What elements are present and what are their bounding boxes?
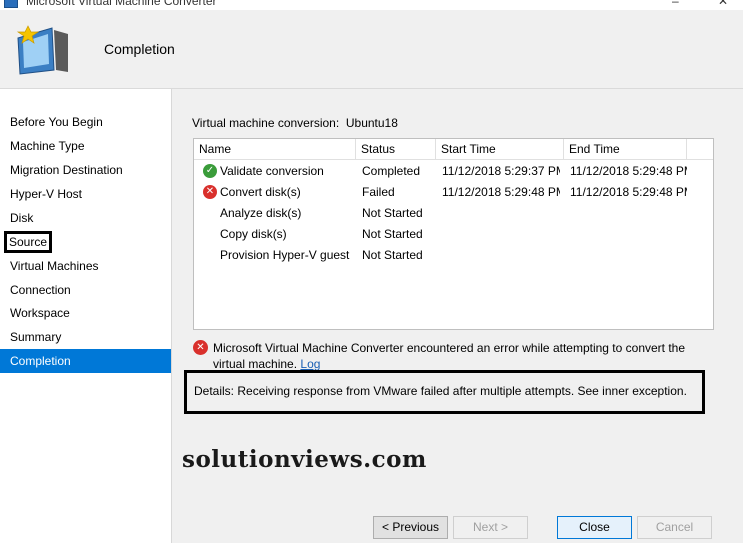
table-row[interactable]: Analyze disk(s) Not Started [194, 203, 713, 224]
error-icon: ✕ [193, 340, 208, 355]
sidebar-item-label: Connection [10, 283, 71, 297]
task-status: Not Started [362, 206, 423, 220]
error-details-box: Details: Receiving response from VMware … [184, 370, 705, 414]
sidebar-item-label: Migration Destination [10, 163, 123, 177]
log-link[interactable]: Log [300, 357, 320, 371]
watermark: solutionviews.com [182, 446, 427, 473]
task-name: Provision Hyper-V guest [220, 248, 350, 262]
task-status: Completed [362, 164, 421, 178]
sidebar-item-completion[interactable]: Completion [0, 349, 171, 373]
column-header-status[interactable]: Status [356, 139, 436, 159]
task-name: Copy disk(s) [220, 227, 287, 241]
sidebar-item-connection[interactable]: Connection [0, 278, 171, 302]
error-details: Details: Receiving response from VMware … [194, 384, 687, 398]
column-header-name[interactable]: Name [194, 139, 356, 159]
sidebar-item-migration-destination[interactable]: Migration Destination [0, 158, 171, 182]
app-icon [4, 0, 18, 8]
task-name: Convert disk(s) [220, 185, 301, 199]
sidebar-item-label: Virtual Machines [10, 259, 99, 273]
next-button[interactable]: Next > [453, 516, 528, 539]
task-status: Not Started [362, 227, 423, 241]
table-row[interactable]: Provision Hyper-V guest Not Started [194, 245, 713, 266]
task-start-time: 11/12/2018 5:29:48 PM [442, 185, 560, 199]
sidebar-item-label: Disk [10, 211, 34, 225]
computer-star-icon [16, 25, 68, 75]
page-title: Completion [104, 41, 175, 57]
task-table[interactable]: Name Status Start Time End Time ✓ Valida… [193, 138, 714, 330]
task-end-time: 11/12/2018 5:29:48 PM [570, 185, 687, 199]
sidebar-item-disk[interactable]: Disk [0, 206, 171, 230]
column-header-end-time[interactable]: End Time [564, 139, 687, 159]
conversion-heading: Virtual machine conversion: Ubuntu18 [192, 116, 398, 130]
sidebar-item-label: Completion [10, 354, 71, 368]
sidebar-item-source[interactable]: Source [0, 230, 171, 254]
error-icon: ✕ [203, 185, 217, 199]
task-start-time: 11/12/2018 5:29:37 PM [442, 164, 560, 178]
header-divider [194, 159, 713, 160]
task-name: Validate conversion [220, 164, 324, 178]
sidebar-item-label: Before You Begin [10, 115, 103, 129]
task-status: Failed [362, 185, 395, 199]
table-row[interactable]: ✓ Validate conversion Completed 11/12/20… [194, 161, 713, 182]
task-status: Not Started [362, 248, 423, 262]
sidebar-item-label: Hyper-V Host [10, 187, 83, 201]
task-end-time: 11/12/2018 5:29:48 PM [570, 164, 687, 178]
sidebar-item-label: Machine Type [10, 139, 85, 153]
sidebar-item-machine-type[interactable]: Machine Type [0, 134, 171, 158]
table-row[interactable]: ✕ Convert disk(s) Failed 11/12/2018 5:29… [194, 182, 713, 203]
title-bar: Microsoft Virtual Machine Converter – ✕ [0, 0, 743, 10]
sidebar-item-label: Summary [10, 330, 62, 344]
sidebar-item-label: Workspace [10, 306, 70, 320]
wizard-steps-sidebar: Before You Begin Machine Type Migration … [0, 89, 172, 543]
sidebar-item-virtual-machines[interactable]: Virtual Machines [0, 254, 171, 278]
sidebar-item-hyper-v-host[interactable]: Hyper-V Host [0, 182, 171, 206]
wizard-header: Completion [0, 10, 743, 89]
main-content: Virtual machine conversion: Ubuntu18 Nam… [172, 89, 743, 543]
sidebar-item-summary[interactable]: Summary [0, 325, 171, 349]
sidebar-item-workspace[interactable]: Workspace [0, 301, 171, 325]
error-message: Microsoft Virtual Machine Converter enco… [213, 340, 713, 372]
cancel-button[interactable]: Cancel [637, 516, 712, 539]
table-row[interactable]: Copy disk(s) Not Started [194, 224, 713, 245]
column-header-start-time[interactable]: Start Time [436, 139, 564, 159]
close-window-icon[interactable]: ✕ [718, 0, 728, 8]
task-name: Analyze disk(s) [220, 206, 302, 220]
error-text: Microsoft Virtual Machine Converter enco… [213, 341, 686, 371]
sidebar-item-label: Source [4, 231, 53, 253]
window-title: Microsoft Virtual Machine Converter [26, 0, 217, 8]
sidebar-item-before-you-begin[interactable]: Before You Begin [0, 110, 171, 134]
vm-name: Ubuntu18 [345, 116, 398, 130]
conversion-label: Virtual machine conversion: [192, 116, 340, 130]
close-button[interactable]: Close [557, 516, 632, 539]
success-icon: ✓ [203, 164, 217, 178]
previous-button[interactable]: < Previous [373, 516, 448, 539]
minimize-icon[interactable]: – [672, 0, 679, 8]
